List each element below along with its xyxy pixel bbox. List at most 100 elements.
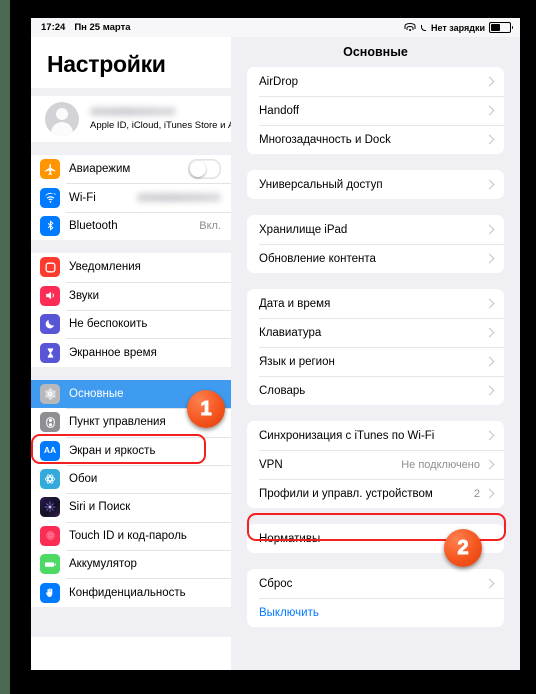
chevron-right-icon bbox=[484, 298, 495, 309]
sidebar-item-wallpaper[interactable]: Обои bbox=[31, 464, 231, 494]
sidebar-bottom-gap bbox=[31, 606, 231, 637]
moon-icon bbox=[40, 314, 60, 335]
sidebar-item-label: Конфиденциальность bbox=[69, 586, 186, 599]
sidebar-item-notifications[interactable]: Уведомления bbox=[31, 253, 231, 282]
hourglass-icon bbox=[40, 342, 60, 363]
sidebar-item-label: Уведомления bbox=[69, 261, 141, 274]
status-bar-right: Нет зарядки bbox=[404, 22, 520, 33]
chevron-right-icon bbox=[484, 105, 495, 116]
detail-item-background-refresh[interactable]: Обновление контента bbox=[247, 244, 504, 273]
detail-item-ipad-storage[interactable]: Хранилище iPad bbox=[247, 215, 504, 244]
detail-item-multitasking-dock[interactable]: Многозадачность и Dock bbox=[247, 125, 504, 154]
detail-item-airdrop[interactable]: AirDrop bbox=[247, 67, 504, 96]
sidebar-item-screen-time[interactable]: Экранное время bbox=[31, 338, 231, 367]
detail-item-shutdown[interactable]: Выключить bbox=[247, 598, 504, 627]
sidebar-item-label: Авиарежим bbox=[69, 163, 131, 176]
detail-item-language-region[interactable]: Язык и регион bbox=[247, 347, 504, 376]
sidebar-item-label: Не беспокоить bbox=[69, 318, 148, 331]
location-arrow-icon bbox=[420, 24, 427, 32]
chevron-right-icon bbox=[484, 385, 495, 396]
detail-group-storage: Хранилище iPad Обновление контента bbox=[247, 215, 504, 273]
detail-group-localization: Дата и время Клавиатура Язык и регион Сл… bbox=[247, 289, 504, 405]
detail-item-label: Профили и управл. устройством bbox=[259, 487, 433, 500]
detail-item-label: Язык и регион bbox=[259, 355, 335, 368]
bluetooth-value: Вкл. bbox=[199, 219, 221, 232]
account-name-redacted bbox=[90, 107, 176, 116]
detail-item-reset[interactable]: Сброс bbox=[247, 569, 504, 598]
vpn-status-value: Не подключено bbox=[401, 458, 480, 471]
sidebar-group-gap bbox=[31, 366, 231, 380]
sidebar-divider bbox=[31, 88, 231, 96]
detail-item-label: Синхронизация с iTunes по Wi-Fi bbox=[259, 429, 435, 442]
sounds-speaker-icon bbox=[40, 285, 60, 306]
sidebar-item-label: Обои bbox=[69, 473, 98, 486]
chevron-right-icon bbox=[484, 578, 495, 589]
sidebar-item-label: Звуки bbox=[69, 289, 100, 302]
gear-icon bbox=[40, 383, 60, 404]
sidebar-item-label: Bluetooth bbox=[69, 219, 118, 232]
profiles-count-value: 2 bbox=[473, 487, 480, 500]
detail-item-label: Сброс bbox=[259, 577, 293, 590]
sidebar-group-connectivity: Авиарежим Wi-Fi Bluetooth Вкл. bbox=[31, 155, 231, 241]
notifications-icon bbox=[40, 257, 60, 278]
chevron-right-icon bbox=[484, 76, 495, 87]
sidebar-item-touch-id-passcode[interactable]: Touch ID и код-пароль bbox=[31, 521, 231, 551]
detail-item-itunes-wifi-sync[interactable]: Синхронизация с iTunes по Wi-Fi bbox=[247, 421, 504, 450]
detail-group-gap bbox=[231, 199, 520, 215]
detail-item-label: Хранилище iPad bbox=[259, 223, 348, 236]
chevron-right-icon bbox=[484, 253, 495, 264]
annotation-badge-1: 1 bbox=[187, 390, 225, 428]
sidebar-item-sounds[interactable]: Звуки bbox=[31, 281, 231, 310]
sidebar-item-label: Экранное время bbox=[69, 346, 157, 359]
chevron-right-icon bbox=[484, 134, 495, 145]
sidebar-item-wifi[interactable]: Wi-Fi bbox=[31, 183, 231, 212]
detail-item-vpn[interactable]: VPN Не подключено bbox=[247, 450, 504, 479]
detail-item-date-time[interactable]: Дата и время bbox=[247, 289, 504, 318]
airplane-mode-toggle[interactable] bbox=[188, 159, 221, 180]
settings-sidebar[interactable]: Настройки Apple ID, iCloud, iTunes Store… bbox=[31, 37, 231, 670]
detail-item-keyboard[interactable]: Клавиатура bbox=[247, 318, 504, 347]
detail-item-profiles-device-management[interactable]: Профили и управл. устройством 2 bbox=[247, 479, 504, 508]
airplane-icon bbox=[40, 159, 60, 180]
sidebar-item-bluetooth[interactable]: Bluetooth Вкл. bbox=[31, 211, 231, 241]
status-bar-left: 17:24 Пн 25 марта bbox=[31, 22, 131, 33]
detail-item-accessibility[interactable]: Универсальный доступ bbox=[247, 170, 504, 199]
detail-group-gap bbox=[231, 273, 520, 289]
screenshot-root: 17:24 Пн 25 марта Нет зарядки Настройки bbox=[0, 0, 536, 694]
wifi-icon bbox=[404, 23, 416, 32]
sidebar-group-gap bbox=[31, 240, 231, 254]
sidebar-item-label: Аккумулятор bbox=[69, 558, 137, 571]
detail-group-gap bbox=[231, 154, 520, 170]
sidebar-item-label: Экран и яркость bbox=[69, 444, 156, 457]
sidebar-item-battery[interactable]: Аккумулятор bbox=[31, 550, 231, 579]
detail-item-label: Словарь bbox=[259, 384, 306, 397]
sidebar-item-airplane-mode[interactable]: Авиарежим bbox=[31, 155, 231, 184]
chevron-right-icon bbox=[484, 356, 495, 367]
sidebar-item-apple-id[interactable]: Apple ID, iCloud, iTunes Store и A... bbox=[31, 96, 231, 142]
detail-item-label: Клавиатура bbox=[259, 326, 322, 339]
detail-item-dictionary[interactable]: Словарь bbox=[247, 376, 504, 405]
avatar-person-icon bbox=[45, 102, 79, 136]
sidebar-item-privacy[interactable]: Конфиденциальность bbox=[31, 578, 231, 607]
chevron-right-icon bbox=[484, 459, 495, 470]
detail-item-label: Выключить bbox=[259, 606, 319, 619]
wifi-network-redacted bbox=[137, 193, 221, 203]
sidebar-item-siri-search[interactable]: Siri и Поиск bbox=[31, 493, 231, 522]
control-center-icon bbox=[40, 412, 60, 433]
sidebar-group-gap bbox=[31, 142, 231, 155]
detail-item-label: Дата и время bbox=[259, 297, 331, 310]
sidebar-item-label: Wi-Fi bbox=[69, 191, 96, 204]
detail-group-gap bbox=[231, 405, 520, 421]
apple-id-text: Apple ID, iCloud, iTunes Store и A... bbox=[90, 107, 231, 131]
chevron-right-icon bbox=[484, 224, 495, 235]
wifi-icon bbox=[40, 187, 60, 208]
sidebar-item-display-brightness[interactable]: AA Экран и яркость bbox=[31, 436, 231, 465]
bluetooth-icon bbox=[40, 215, 60, 236]
detail-group-sharing: AirDrop Handoff Многозадачность и Dock bbox=[247, 67, 504, 154]
chevron-right-icon bbox=[484, 327, 495, 338]
sidebar-item-do-not-disturb[interactable]: Не беспокоить bbox=[31, 309, 231, 339]
detail-item-label: Обновление контента bbox=[259, 252, 376, 265]
battery-icon bbox=[489, 22, 513, 33]
detail-item-handoff[interactable]: Handoff bbox=[247, 96, 504, 125]
apple-id-subtitle: Apple ID, iCloud, iTunes Store и A... bbox=[90, 120, 231, 131]
